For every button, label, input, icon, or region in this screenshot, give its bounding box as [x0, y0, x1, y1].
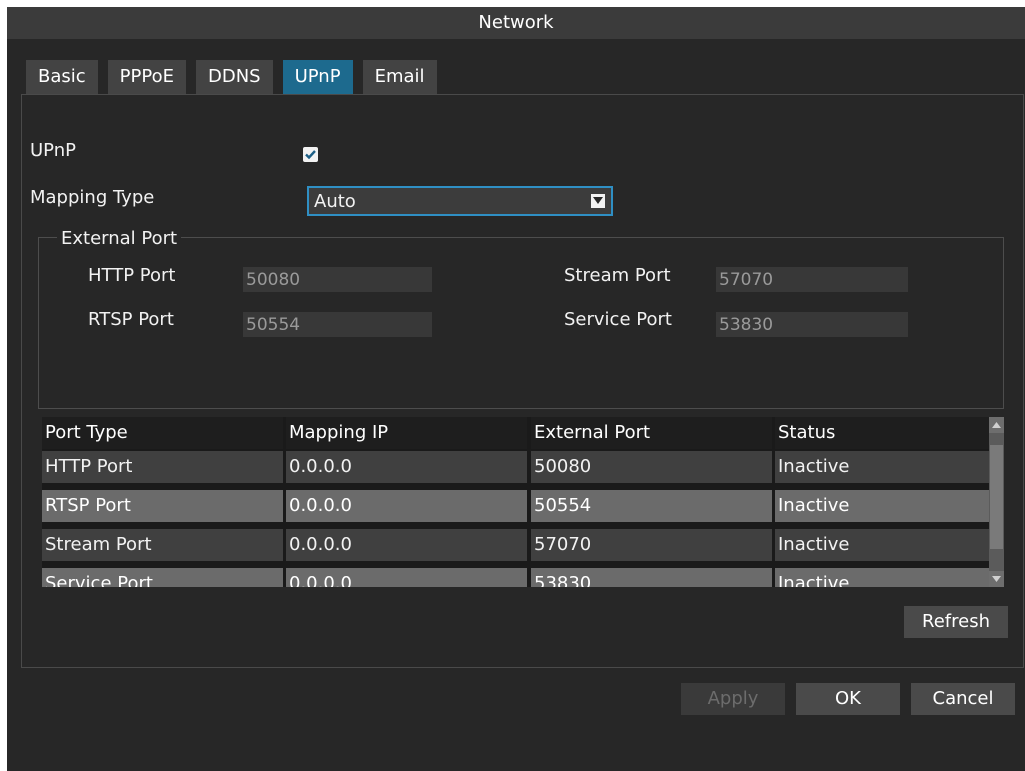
checkmark-icon — [305, 150, 316, 160]
cancel-button[interactable]: Cancel — [911, 683, 1015, 715]
table-cell: 50080 — [531, 451, 772, 483]
rtsp-port-field[interactable]: 50554 — [243, 312, 432, 337]
table-cell: Inactive — [775, 451, 989, 483]
tab-pppoe[interactable]: PPPoE — [107, 60, 186, 94]
apply-button[interactable]: Apply — [681, 683, 785, 715]
scrollbar-thumb[interactable] — [990, 445, 1003, 549]
table-cell: 0.0.0.0 — [286, 529, 527, 561]
upnp-label: UPnP — [30, 140, 76, 161]
table-header-row: Port Type Mapping IP External Port Statu… — [42, 417, 989, 451]
mapping-type-value: Auto — [314, 191, 356, 212]
tab-upnp[interactable]: UPnP — [282, 60, 353, 94]
table-cell: Stream Port — [42, 529, 283, 561]
table-cell: Inactive — [775, 568, 989, 587]
column-header[interactable]: Port Type — [42, 417, 283, 449]
stream-port-field[interactable]: 57070 — [716, 267, 908, 292]
rtsp-port-label: RTSP Port — [88, 309, 174, 330]
table-cell: RTSP Port — [42, 490, 283, 522]
table-scrollbar[interactable] — [989, 417, 1004, 587]
upnp-enable-checkbox[interactable] — [303, 147, 318, 162]
scroll-up-arrow-icon[interactable] — [989, 417, 1004, 433]
column-header[interactable]: Mapping IP — [286, 417, 527, 449]
scroll-down-arrow-icon[interactable] — [989, 571, 1004, 587]
mapping-type-label: Mapping Type — [30, 187, 155, 208]
service-port-field[interactable]: 53830 — [716, 312, 908, 337]
table-row[interactable]: HTTP Port 0.0.0.0 50080 Inactive — [42, 451, 989, 485]
table-cell: Inactive — [775, 490, 989, 522]
external-port-title: External Port — [57, 228, 182, 249]
tab-bar: Basic PPPoE DDNS UPnP Email — [26, 60, 447, 94]
table-cell: 0.0.0.0 — [286, 451, 527, 483]
tab-email[interactable]: Email — [362, 60, 437, 94]
table-cell: 50554 — [531, 490, 772, 522]
table-cell: HTTP Port — [42, 451, 283, 483]
table-cell: Inactive — [775, 529, 989, 561]
dropdown-arrow-icon — [591, 194, 605, 208]
port-mapping-table: Port Type Mapping IP External Port Statu… — [42, 417, 989, 587]
table-row[interactable]: RTSP Port 0.0.0.0 50554 Inactive — [42, 490, 989, 524]
table-cell: Service Port — [42, 568, 283, 587]
ok-button[interactable]: OK — [796, 683, 900, 715]
network-dialog: Network Basic PPPoE DDNS UPnP Email UPnP… — [7, 7, 1025, 771]
dialog-title: Network — [7, 7, 1025, 39]
table-row[interactable]: Stream Port 0.0.0.0 57070 Inactive — [42, 529, 989, 563]
http-port-field[interactable]: 50080 — [243, 267, 432, 292]
column-header[interactable]: External Port — [531, 417, 772, 449]
service-port-label: Service Port — [564, 309, 672, 330]
stream-port-label: Stream Port — [564, 265, 671, 286]
column-header[interactable]: Status — [775, 417, 989, 449]
table-row[interactable]: Service Port 0.0.0.0 53830 Inactive — [42, 568, 989, 587]
tab-ddns[interactable]: DDNS — [195, 60, 273, 94]
tab-basic[interactable]: Basic — [26, 60, 98, 94]
http-port-label: HTTP Port — [88, 265, 176, 286]
refresh-button[interactable]: Refresh — [904, 606, 1008, 638]
table-cell: 57070 — [531, 529, 772, 561]
table-cell: 53830 — [531, 568, 772, 587]
table-cell: 0.0.0.0 — [286, 490, 527, 522]
table-cell: 0.0.0.0 — [286, 568, 527, 587]
mapping-type-select[interactable]: Auto — [307, 186, 613, 216]
